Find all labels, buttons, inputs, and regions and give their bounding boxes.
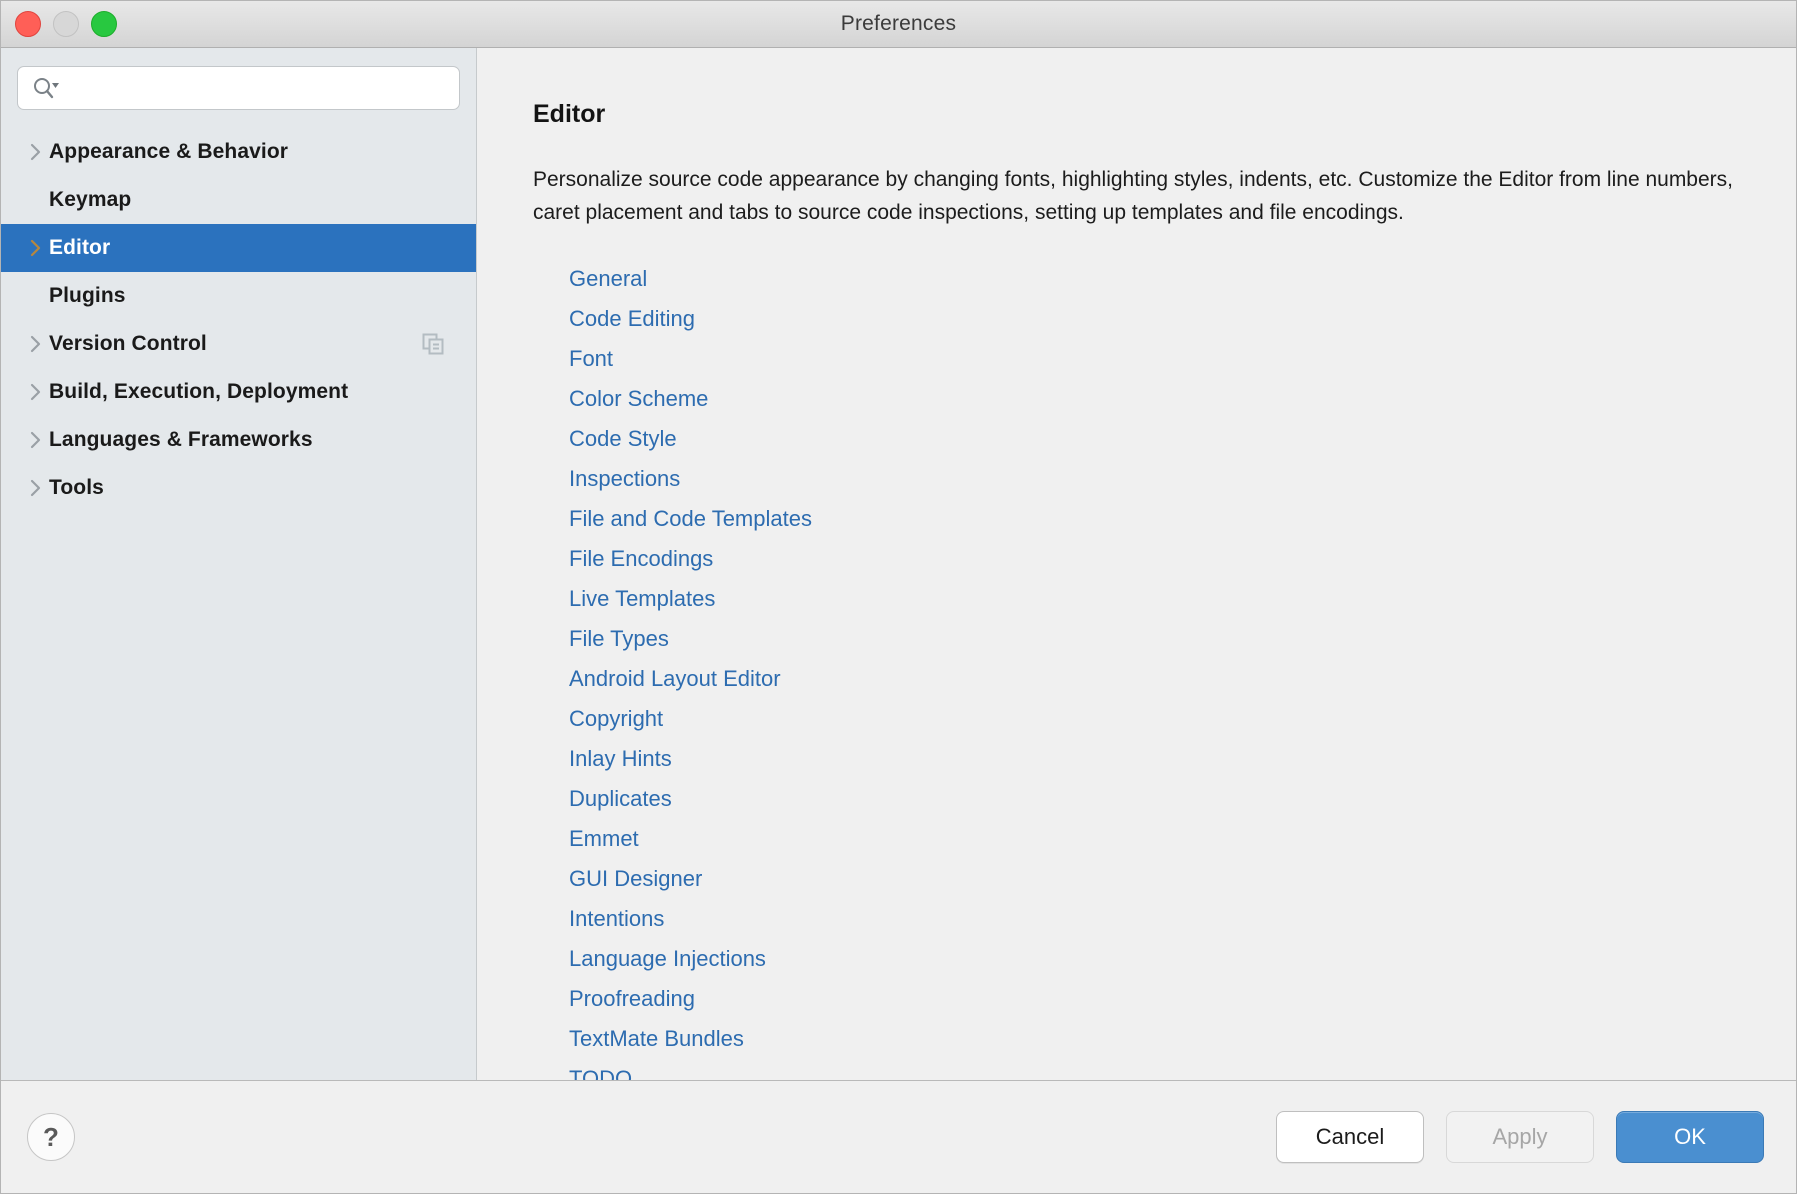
link-inlay-hints[interactable]: Inlay Hints [569, 739, 672, 779]
chevron-right-icon[interactable] [23, 430, 49, 450]
sidebar-item-label: Version Control [49, 332, 207, 355]
maximize-button[interactable] [91, 11, 117, 37]
chevron-right-icon[interactable] [23, 334, 49, 354]
link-file-encodings[interactable]: File Encodings [569, 539, 713, 579]
minimize-button[interactable] [53, 11, 79, 37]
subsection-link-item: Intentions [569, 899, 1796, 939]
dialog-footer: ? Cancel Apply OK [1, 1081, 1796, 1193]
subsection-link-item: Android Layout Editor [569, 659, 1796, 699]
subsection-link-list: General Code Editing Font Color Scheme Code … [533, 259, 1796, 1080]
link-code-editing[interactable]: Code Editing [569, 299, 695, 339]
link-color-scheme[interactable]: Color Scheme [569, 379, 708, 419]
sidebar-item-appearance-behavior[interactable]: Appearance & Behavior [1, 128, 476, 176]
subsection-link-item: Inspections [569, 459, 1796, 499]
link-inspections[interactable]: Inspections [569, 459, 680, 499]
link-file-and-code-templates[interactable]: File and Code Templates [569, 499, 812, 539]
link-proofreading[interactable]: Proofreading [569, 979, 695, 1019]
subsection-link-item: Color Scheme [569, 379, 1796, 419]
subsection-link-item: Emmet [569, 819, 1796, 859]
sidebar-item-tools[interactable]: Tools [1, 464, 476, 512]
chevron-right-icon[interactable] [23, 142, 49, 162]
search-input[interactable] [66, 77, 449, 99]
link-todo[interactable]: TODO [569, 1059, 632, 1080]
subsection-link-item: Font [569, 339, 1796, 379]
link-general[interactable]: General [569, 259, 647, 299]
subsection-link-item: General [569, 259, 1796, 299]
link-language-injections[interactable]: Language Injections [569, 939, 766, 979]
subsection-link-item: File Encodings [569, 539, 1796, 579]
link-emmet[interactable]: Emmet [569, 819, 639, 859]
page-description: Personalize source code appearance by ch… [533, 168, 1733, 224]
sidebar-item-build-execution-deployment[interactable]: Build, Execution, Deployment [1, 368, 476, 416]
link-gui-designer[interactable]: GUI Designer [569, 859, 702, 899]
apply-button: Apply [1446, 1111, 1594, 1163]
subsection-link-item: File and Code Templates [569, 499, 1796, 539]
subsection-link-item: Language Injections [569, 939, 1796, 979]
sidebar-item-plugins[interactable]: Plugins [1, 272, 476, 320]
sidebar-item-label: Keymap [49, 188, 132, 211]
search-container [1, 48, 476, 124]
subsection-link-item: TODO [569, 1059, 1796, 1080]
settings-tree: Appearance & Behavior Keymap Editor Plugins… [1, 124, 476, 512]
chevron-right-icon[interactable] [23, 238, 49, 258]
sidebar-item-label: Plugins [49, 284, 126, 307]
sidebar-item-label: Build, Execution, Deployment [49, 380, 349, 403]
subsection-link-item: Inlay Hints [569, 739, 1796, 779]
link-android-layout-editor[interactable]: Android Layout Editor [569, 659, 781, 699]
link-file-types[interactable]: File Types [569, 619, 669, 659]
help-button[interactable]: ? [27, 1113, 75, 1161]
sidebar-item-label: Languages & Frameworks [49, 428, 313, 451]
subsection-link-item: Code Editing [569, 299, 1796, 339]
link-code-style[interactable]: Code Style [569, 419, 677, 459]
sidebar-item-label: Editor [49, 236, 111, 259]
link-live-templates[interactable]: Live Templates [569, 579, 715, 619]
sidebar-item-label: Tools [49, 476, 104, 499]
sidebar-item-languages-frameworks[interactable]: Languages & Frameworks [1, 416, 476, 464]
ok-button[interactable]: OK [1616, 1111, 1764, 1163]
subsection-link-item: File Types [569, 619, 1796, 659]
search-box[interactable] [17, 66, 460, 110]
subsection-link-item: Proofreading [569, 979, 1796, 1019]
copy-icon [420, 331, 446, 357]
settings-detail-panel: Editor Personalize source code appearanc… [477, 48, 1796, 1080]
chevron-right-icon[interactable] [23, 382, 49, 402]
window-controls [15, 11, 117, 37]
sidebar-item-editor[interactable]: Editor [1, 224, 476, 272]
preferences-window: Preferences Appearance & Behavior Keymap… [0, 0, 1797, 1194]
title-bar: Preferences [1, 1, 1796, 48]
close-button[interactable] [15, 11, 41, 37]
subsection-link-item: Code Style [569, 419, 1796, 459]
subsection-link-item: Copyright [569, 699, 1796, 739]
link-font[interactable]: Font [569, 339, 613, 379]
sidebar-item-label: Appearance & Behavior [49, 140, 289, 163]
sidebar-item-version-control[interactable]: Version Control [1, 320, 476, 368]
page-title: Editor [533, 100, 606, 128]
subsection-link-item: Duplicates [569, 779, 1796, 819]
search-icon [32, 76, 60, 100]
sidebar-item-keymap[interactable]: Keymap [1, 176, 476, 224]
link-copyright[interactable]: Copyright [569, 699, 663, 739]
subsection-link-item: TextMate Bundles [569, 1019, 1796, 1059]
settings-sidebar: Appearance & Behavior Keymap Editor Plugins… [1, 48, 477, 1080]
cancel-button[interactable]: Cancel [1276, 1111, 1424, 1163]
chevron-right-icon[interactable] [23, 478, 49, 498]
dialog-body: Appearance & Behavior Keymap Editor Plugins… [1, 48, 1796, 1081]
link-duplicates[interactable]: Duplicates [569, 779, 672, 819]
link-textmate-bundles[interactable]: TextMate Bundles [569, 1019, 744, 1059]
subsection-link-item: GUI Designer [569, 859, 1796, 899]
window-title: Preferences [840, 12, 957, 35]
subsection-link-item: Live Templates [569, 579, 1796, 619]
link-intentions[interactable]: Intentions [569, 899, 664, 939]
